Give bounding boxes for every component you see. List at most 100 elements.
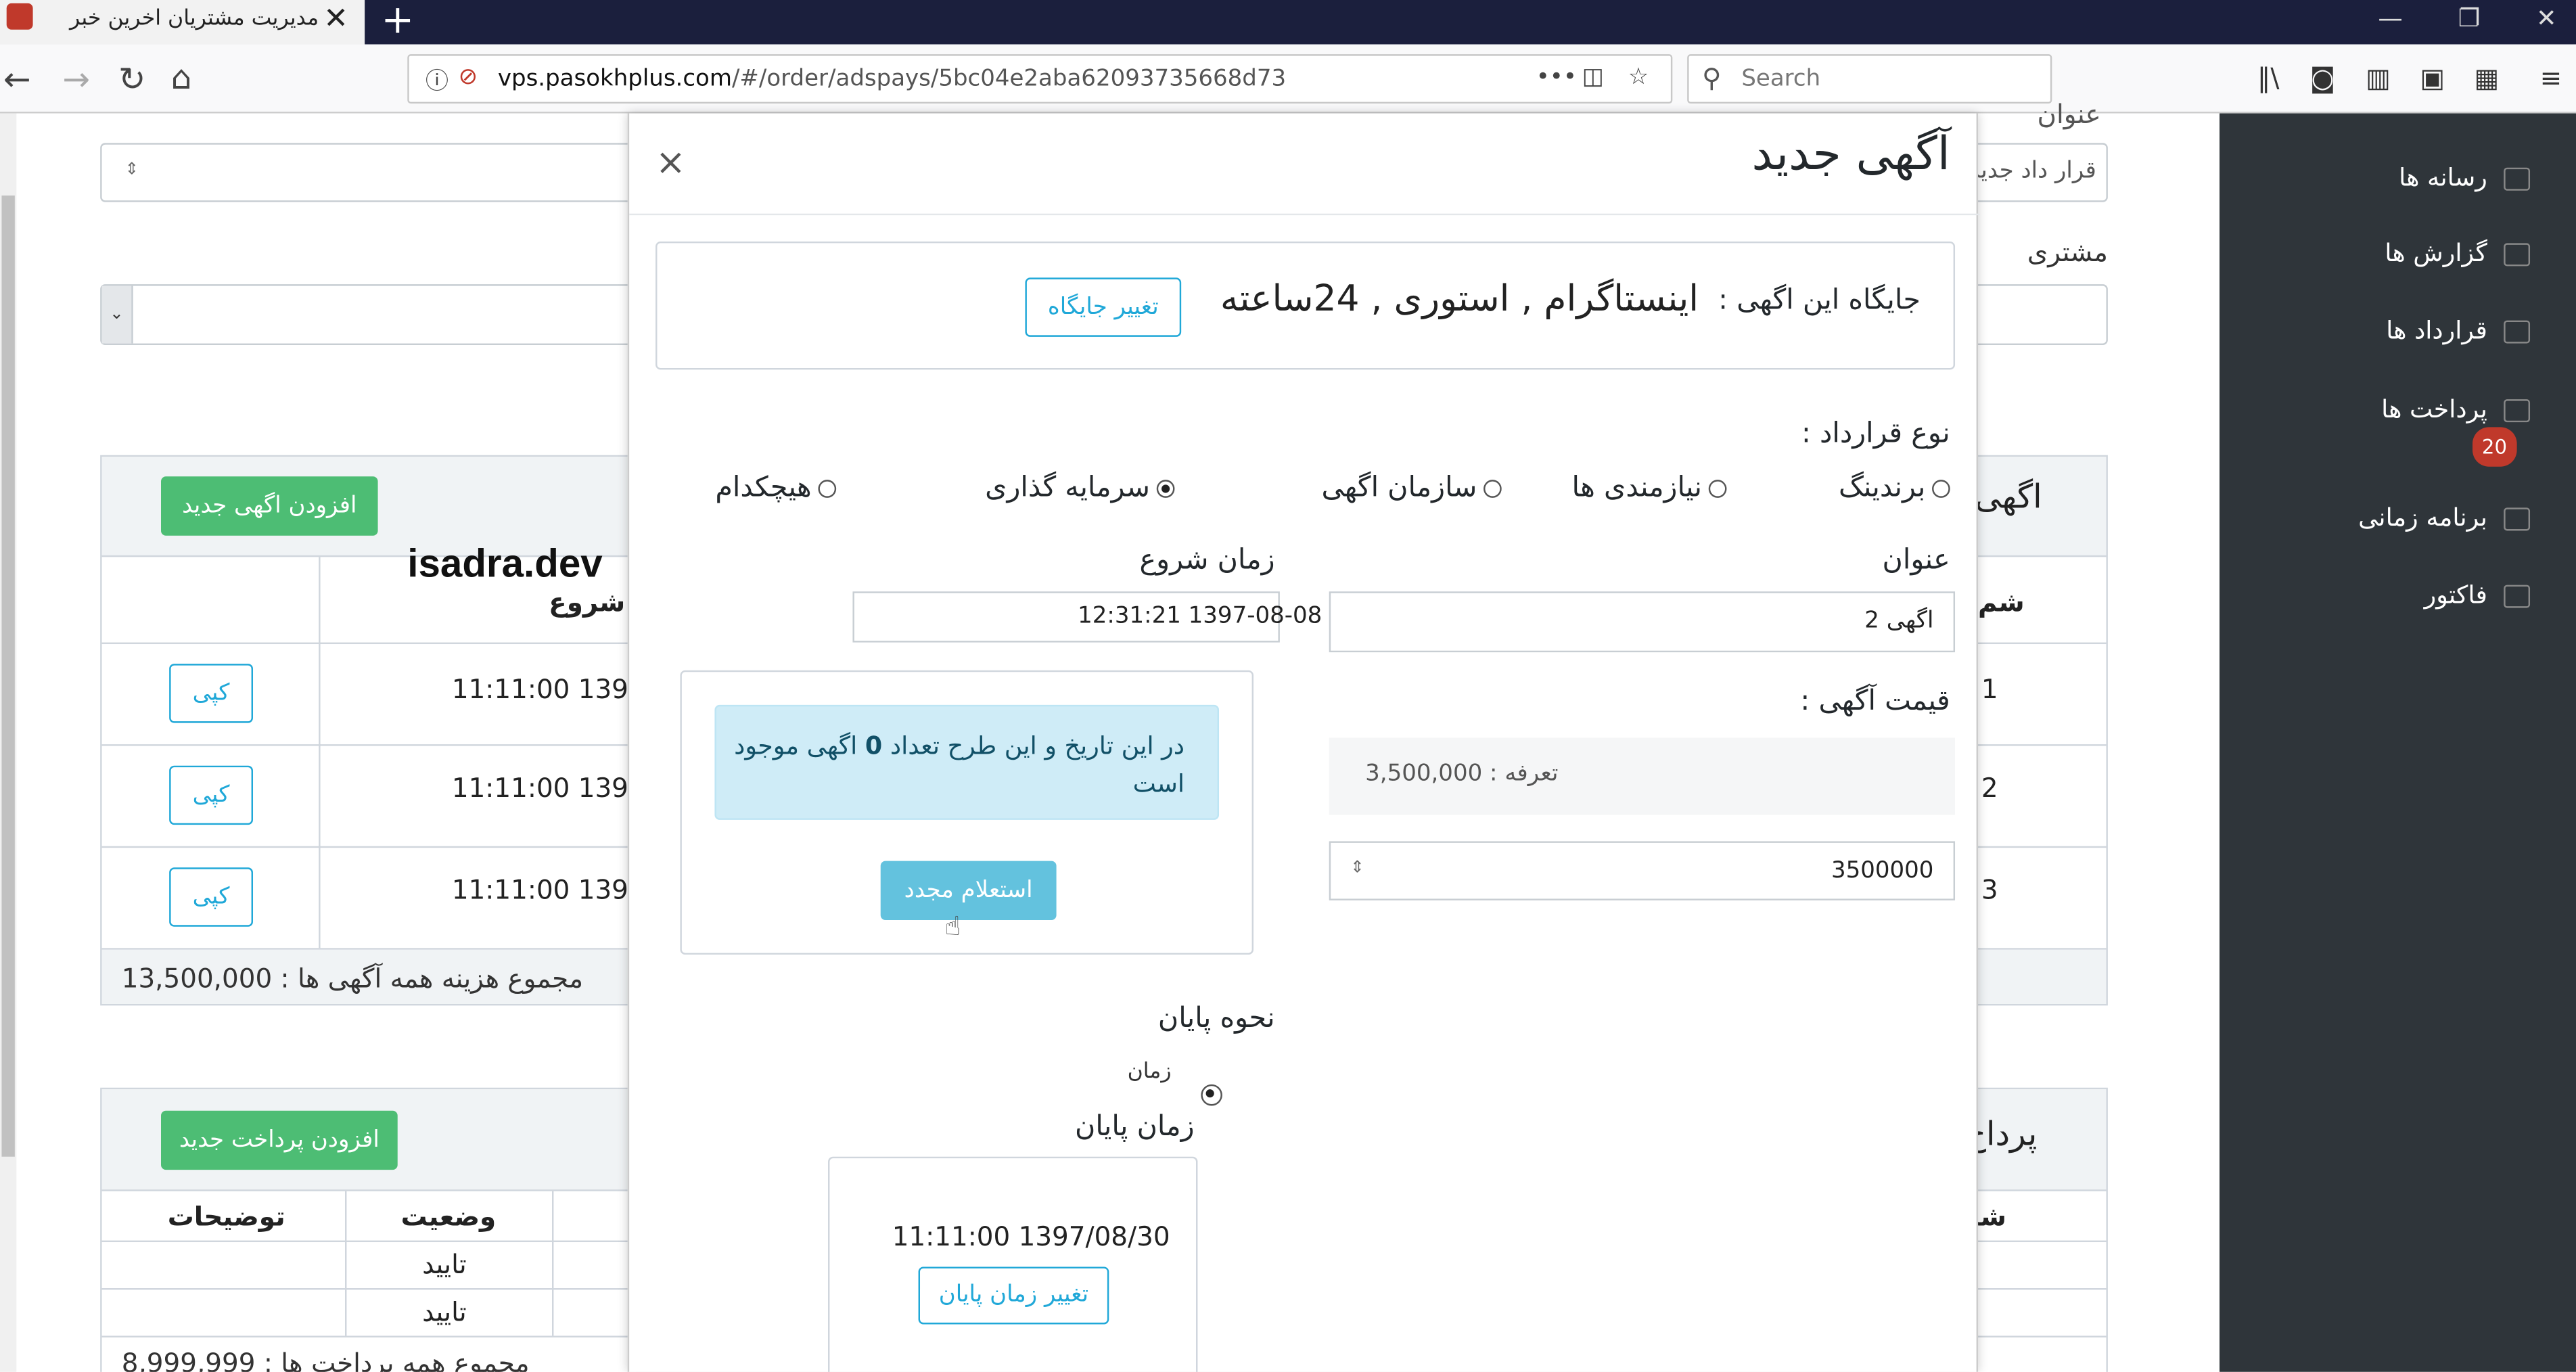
start-time-label: زمان شروع [1139,543,1275,577]
window-close-icon[interactable]: ✕ [2508,0,2576,45]
row-num: 2 [1981,772,1998,804]
end-time-label: زمان پایان [1075,1110,1195,1144]
price-label: قیمت آگهی : [1800,685,1950,718]
url-bar[interactable]: ⓘ ⊘ vps.pasokhplus.com/#/order/adspays/5… [407,54,1673,104]
sidebar: رسانه ها گزارش ها قرارداد ها پرداخت ها20… [2220,113,2576,1372]
search-input[interactable]: ⚲ Search [1687,54,2052,104]
radio-classifieds[interactable] [1708,478,1727,497]
radio-label: برندینگ [1838,472,1926,505]
ad-title-value: اگهی 2 [1864,608,1934,635]
ads-card-title: اگهی [1975,476,2042,516]
start-time-value: 12:31:21 1397-08-08 [1078,603,1322,630]
page-scrollbar[interactable] [0,113,17,1372]
payments-count-badge: 20 [2472,427,2517,467]
home-icon[interactable]: ⌂ [171,58,192,97]
forward-icon[interactable]: → [62,59,90,98]
contract-type-classifieds[interactable]: نیازمندی ها [1572,472,1727,505]
placement-box: جایگاه این اگهی : اینستاگرام , استوری , … [656,242,1956,370]
col-start-header: شروع [549,587,626,618]
extension-icon[interactable]: ◙ [2310,62,2336,93]
bg-customer-label: مشتری [2027,236,2108,268]
tab-title: مدیریت مشتریان اخرین خبر [69,6,319,32]
start-time-input[interactable]: 12:31:21 1397-08-08 [852,591,1322,643]
contract-type-branding[interactable]: برندینگ [1839,472,1950,505]
end-method-option: زمان [1127,1059,1172,1084]
browser-tab[interactable]: مدیریت مشتریان اخرین خبر ✕ [0,0,365,45]
page-actions-icon[interactable]: ••• [1536,64,1577,91]
copy-button[interactable]: کپی [169,664,254,723]
radio-branding[interactable] [1932,478,1950,497]
contract-type-investment[interactable]: سرمایه گذاری [985,472,1175,505]
bookmark-star-icon[interactable]: ☆ [1628,64,1649,91]
ad-title-label: عنوان [1882,543,1950,577]
sidebar-item-media[interactable]: رسانه ها [2399,162,2531,193]
radio-ad-org[interactable] [1484,478,1502,497]
reinquire-button[interactable]: استعلام مجدد [880,861,1057,921]
menu-icon[interactable]: ≡ [2540,62,2562,93]
scrollbar-thumb[interactable] [1,196,15,1157]
end-time-box: 11:11:00 1397/08/30 تغییر زمان پایان [828,1156,1198,1372]
close-tab-icon[interactable]: ✕ [323,1,348,36]
sidebar-item-label: برنامه زمانی [2358,503,2487,532]
modal-title: آگهی جدید [1751,127,1950,181]
end-time-value: 11:11:00 1397/08/30 [892,1220,1170,1252]
payments-total: مجموع همه پرداخت ها : 8,999,999 [121,1347,530,1372]
modal-close-button[interactable]: × [656,143,686,184]
restore-icon[interactable]: ❐ [2431,0,2507,45]
pocket-icon[interactable]: ◫ [1582,64,1604,91]
chevron-down-icon: ⌄ [101,285,133,344]
availability-alert: در این تاریخ و این طرح تعداد 0 اگهی موجو… [714,704,1220,820]
tariff-box: تعرفه : 3,500,000 [1329,737,1956,815]
watermark-text: isadra.dev [407,542,603,587]
price-input[interactable]: ⇕ 3500000 [1329,841,1956,900]
contract-type-none[interactable]: هیچکدام [715,472,837,505]
sidebar-item-label: گزارش ها [2385,238,2487,268]
minimize-icon[interactable]: — [2353,0,2429,45]
radio-investment[interactable] [1156,478,1175,497]
favicon-icon [6,3,33,30]
col-num-header: شم [1978,587,2025,618]
row-num: 3 [1981,874,1998,906]
qr-code-icon[interactable]: ▦ [2474,62,2499,93]
spinner-icon: ⇕ [124,161,139,179]
sidebar-item-label: قرارداد ها [2386,315,2487,346]
contract-type-ad-org[interactable]: سازمان اگهی [1321,472,1502,505]
copy-button[interactable]: کپی [169,867,254,927]
end-method-radio[interactable] [1201,1078,1222,1109]
sidebar-item-contracts[interactable]: قرارداد ها [2386,315,2531,346]
back-icon[interactable]: ← [3,59,31,98]
credit-card-icon [2504,398,2531,421]
sidebar-item-label: رسانه ها [2399,162,2487,193]
insecure-lock-icon[interactable]: ⊘ [459,64,478,91]
radio-none[interactable] [818,478,837,497]
ad-title-input[interactable]: اگهی 2 [1329,591,1956,653]
url-domain: vps.pasokhplus.com [497,66,732,93]
new-tab-icon[interactable]: + [381,0,414,43]
row-start: 11:11:00 1397/ [451,673,654,705]
alert-count: 0 [865,731,883,761]
change-placement-button[interactable]: تغییر جایگاه [1025,277,1182,337]
sidebar-item-payments[interactable]: پرداخت ها20 [2349,391,2531,467]
add-ad-button[interactable]: افزودن اگهی جدید [161,476,378,536]
change-end-time-button[interactable]: تغییر زمان پایان [918,1266,1109,1325]
screenshot-icon[interactable]: ▣ [2420,62,2445,93]
sidebar-item-reports[interactable]: گزارش ها [2385,238,2531,268]
pay-col-status: وضعیت [400,1201,497,1233]
info-icon[interactable]: ⓘ [426,64,448,97]
sidebar-toggle-icon[interactable]: ▥ [2366,62,2391,93]
add-payment-button[interactable]: افزودن پرداخت جدید [161,1110,398,1170]
sidebar-item-schedule[interactable]: برنامه زمانی [2358,503,2531,532]
contract-type-label: نوع قرارداد : [1801,417,1950,451]
copy-button[interactable]: کپی [169,765,254,825]
end-method-label: نحوه پایان [1157,1002,1275,1036]
radio-end-time[interactable] [1201,1084,1222,1106]
edit-icon [2504,584,2531,608]
row-num: 1 [1981,673,1998,705]
row-start: 11:11:00 1397/ [451,874,654,906]
radio-label: سرمایه گذاری [985,472,1151,505]
sidebar-item-label: پرداخت ها [2381,394,2487,424]
reload-icon[interactable]: ↻ [118,59,146,98]
sidebar-item-invoice[interactable]: فاکتور [2424,580,2531,610]
library-icon[interactable]: ‖\ [2257,62,2280,93]
spinner-icon: ⇕ [1350,859,1364,877]
